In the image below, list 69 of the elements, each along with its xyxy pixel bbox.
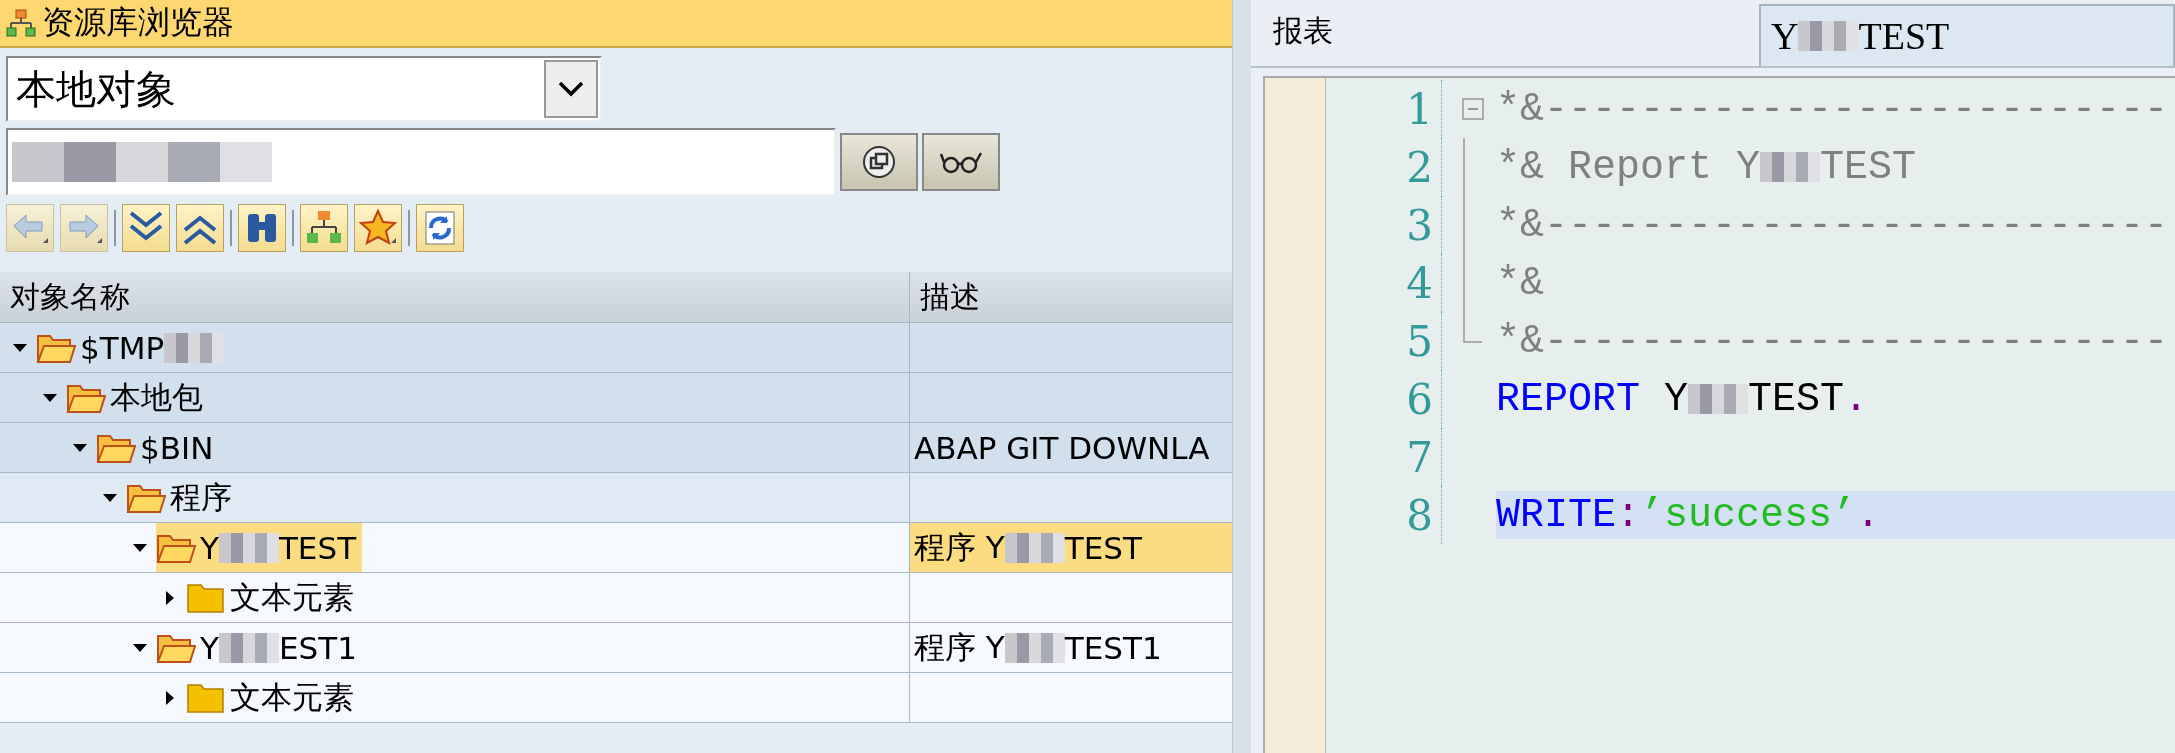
tree-node[interactable]: Y TEST [156,523,363,572]
code-line: WRITE:’success’. [1496,492,1881,538]
code-line: *& Report Y TEST [1496,144,1917,190]
chevron-down-icon [556,79,586,99]
node-label: Y [200,629,219,666]
tree-node[interactable]: 文本元素 [186,673,360,722]
line-number: 8 [1326,486,1442,544]
column-header[interactable]: 对象名称 [0,272,910,322]
description-text: 程序 Y [914,627,1005,667]
description-text: 程序 Y [914,527,1005,567]
display-icon [861,144,897,180]
panel-title: 资源库浏览器 [42,2,234,43]
pixelation-mark [164,332,225,363]
tree-node[interactable]: Y EST1 [156,623,363,672]
refresh-button[interactable] [416,204,464,252]
tree-node[interactable]: 文本元素 [186,573,360,622]
expand-button[interactable] [122,204,170,252]
object-name-field[interactable] [6,128,836,196]
tree-node[interactable]: 本地包 [66,373,209,422]
display-button[interactable] [840,133,918,191]
line-number: 2 [1326,138,1442,196]
star-button[interactable] [354,204,402,252]
tree-node[interactable]: $TMP [36,323,231,372]
code-line: *&-------------------------- [1496,202,2169,248]
pixelation-mark [218,532,279,563]
line-number: 7 [1326,428,1442,486]
node-label: TEST [278,529,357,566]
pixelation-mark [1798,21,1859,51]
line-number: 3 [1326,196,1442,254]
tree-node[interactable]: $BIN [96,423,220,472]
code-line: *& [1496,260,1544,306]
folder-icon [186,581,226,614]
code-line: REPORT Y TEST. [1496,376,1869,422]
line-number: 1 [1326,80,1442,138]
pixelation-mark [1688,384,1749,414]
line-number: 4 [1326,254,1442,312]
description-text: ABAP GIT DOWNLA [914,429,1210,466]
node-label: $BIN [140,429,214,466]
collapse-button[interactable] [176,204,224,252]
node-label: $TMP [80,329,165,366]
fold-end-line [1462,312,1482,343]
glasses-button[interactable] [922,133,1000,191]
binoculars-button[interactable] [238,204,286,252]
pixelation-mark [1760,152,1821,182]
folder-icon [186,681,226,714]
node-label: 本地包 [110,377,203,417]
code-line: *&-------------------------- [1496,86,2169,132]
description-text: TEST1 [1064,629,1162,666]
hierarchy-button[interactable] [300,204,348,252]
line-number: 6 [1326,370,1442,428]
tree-node[interactable]: 程序 [126,473,238,522]
column-header[interactable]: 描述 [910,272,1232,322]
node-label: 程序 [170,477,232,517]
code-line: *&-------------------------- [1496,318,2169,364]
program-type-label: 报表 [1272,12,1334,50]
pixelation-mark [1004,532,1065,563]
code-editor[interactable]: 1 *&-------------------------- 2 *& Report Y TEST 3 *&-------------------------- 4 *& 5 *&-------------------------- 6 REPORT Y TEST. 7 8 WRITE:’success’. [1263,76,2175,753]
hierarchy-icon [6,8,36,38]
node-label: 文本元素 [230,577,354,617]
node-label: 文本元素 [230,677,354,717]
program-name-field[interactable]: Y TEST [1759,4,2175,66]
description-text: TEST [1064,529,1142,566]
node-label: EST1 [278,629,357,666]
node-label: Y [200,529,219,566]
object-type-dropdown[interactable]: 本地对象 [6,56,602,122]
pixelation-mark [1004,632,1065,663]
fold-toggle-icon[interactable] [1462,98,1484,120]
line-number: 5 [1326,312,1442,370]
pixelation-mark [218,632,279,663]
